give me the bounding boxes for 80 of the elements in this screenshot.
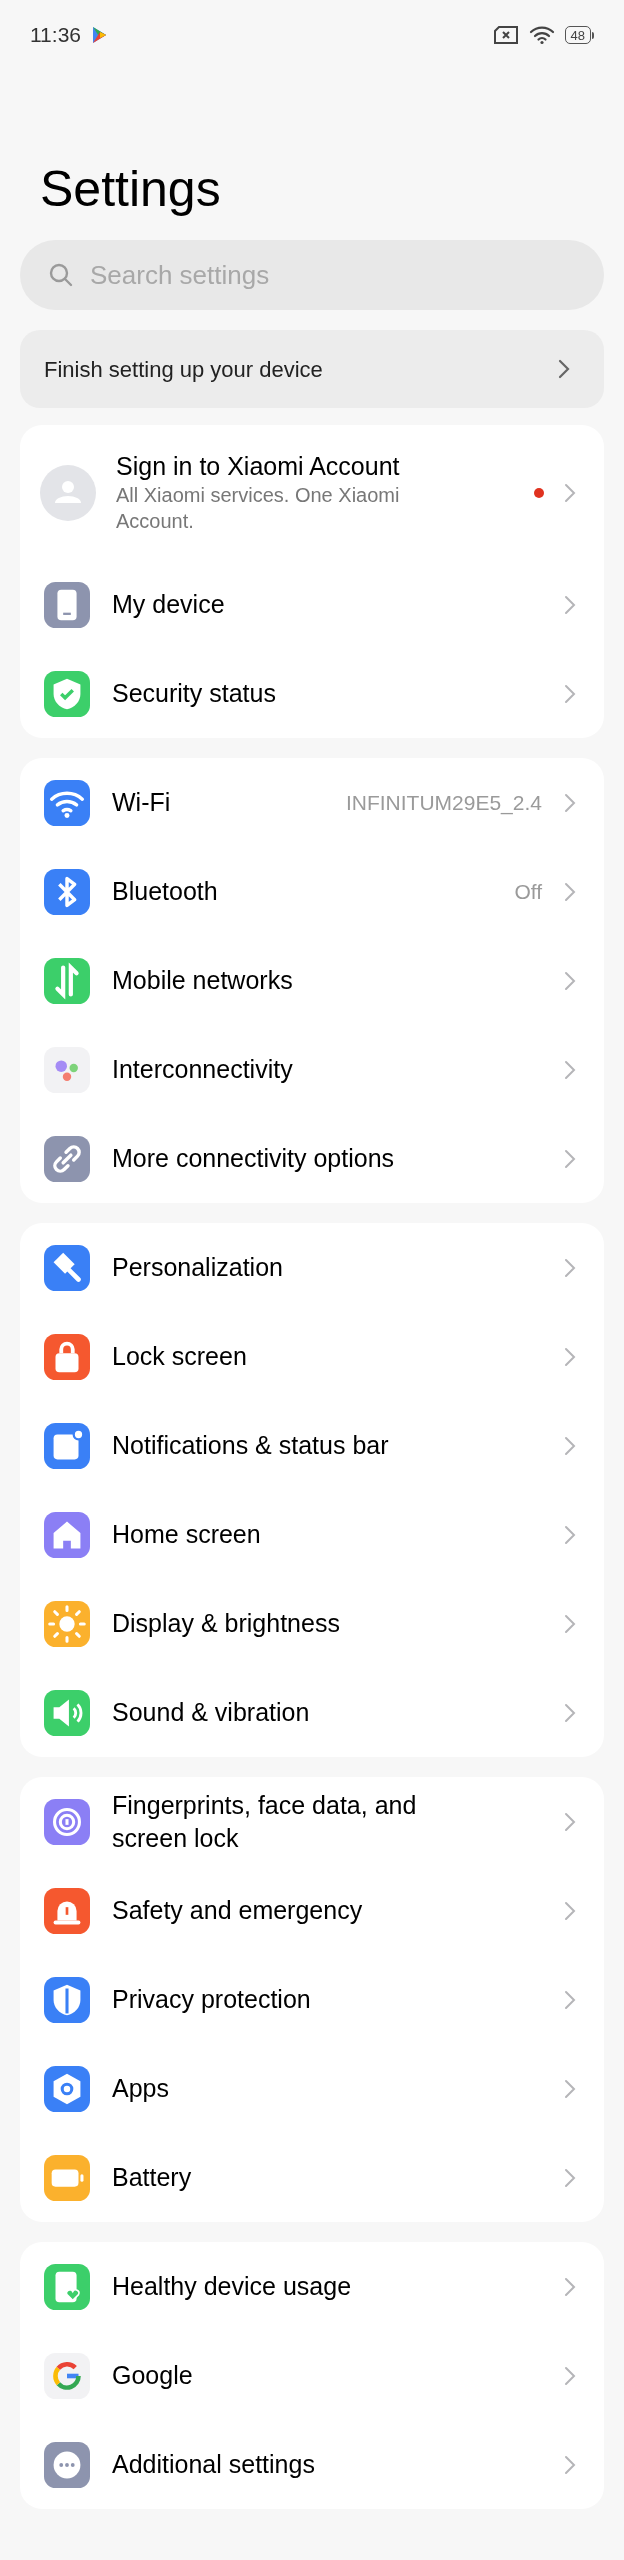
chevron-right-icon bbox=[564, 881, 576, 902]
chevron-right-icon bbox=[564, 1257, 576, 1278]
chevron-right-icon bbox=[564, 1435, 576, 1456]
chevron-right-icon bbox=[564, 1702, 576, 1723]
settings-item-label: Battery bbox=[112, 2162, 193, 2194]
settings-item[interactable]: Privacy protection bbox=[20, 1955, 604, 2044]
settings-item[interactable]: Wi-Fi INFINITUM29E5_2.4 bbox=[20, 758, 604, 847]
settings-item-label: Apps bbox=[112, 2073, 170, 2105]
settings-item[interactable]: Bluetooth Off bbox=[20, 847, 604, 936]
chevron-right-icon bbox=[564, 792, 576, 813]
chevron-right-icon bbox=[564, 1900, 576, 1921]
settings-item-label: Safety and emergency bbox=[112, 1895, 364, 1927]
settings-item-value: INFINITUM29E5_2.4 bbox=[345, 789, 542, 817]
chevron-right-icon bbox=[564, 1811, 576, 1832]
chevron-right-icon bbox=[564, 594, 576, 615]
chevron-right-icon bbox=[564, 2276, 576, 2297]
settings-item-label: Bluetooth bbox=[112, 876, 219, 908]
chevron-right-icon bbox=[564, 1613, 576, 1634]
settings-item-label: My device bbox=[112, 589, 226, 621]
account-subtitle: All Xiaomi services. One Xiaomi Account. bbox=[116, 483, 401, 535]
chevron-right-icon bbox=[558, 359, 570, 379]
settings-item[interactable]: Healthy device usage bbox=[20, 2242, 604, 2331]
settings-item-label: Security status bbox=[112, 678, 277, 710]
settings-item-label: Privacy protection bbox=[112, 1984, 312, 2016]
settings-item-label: Personalization bbox=[112, 1252, 284, 1284]
settings-item[interactable]: Home screen bbox=[20, 1490, 604, 1579]
settings-item-label: Wi-Fi bbox=[112, 787, 172, 819]
chevron-right-icon bbox=[564, 482, 576, 503]
wifi-signal-icon bbox=[528, 25, 555, 45]
settings-item-label: Mobile networks bbox=[112, 965, 294, 997]
settings-item[interactable]: My device bbox=[20, 560, 604, 649]
chevron-right-icon bbox=[564, 2365, 576, 2386]
settings-item-value: Off bbox=[514, 878, 542, 905]
settings-item[interactable]: Fingerprints, face data, and screen lock bbox=[20, 1777, 604, 1866]
account-title: Sign in to Xiaomi Account bbox=[116, 450, 401, 482]
settings-item[interactable]: More connectivity options bbox=[20, 1114, 604, 1203]
chevron-right-icon bbox=[564, 1059, 576, 1080]
settings-item-label: Healthy device usage bbox=[112, 2271, 353, 2303]
battery-indicator: 48 bbox=[564, 26, 594, 44]
play-store-icon bbox=[91, 26, 107, 44]
settings-item-label: Interconnectivity bbox=[112, 1054, 294, 1086]
search-field[interactable]: Search settings bbox=[20, 240, 604, 310]
chevron-right-icon bbox=[564, 1989, 576, 2010]
setup-banner[interactable]: Finish setting up your device bbox=[20, 330, 604, 408]
settings-item-label: Additional settings bbox=[112, 2449, 316, 2481]
settings-item[interactable]: Lock screen bbox=[20, 1312, 604, 1401]
settings-item[interactable]: Personalization bbox=[20, 1223, 604, 1312]
settings-item-label: Sound & vibration bbox=[112, 1697, 311, 1729]
settings-item-label: Google bbox=[112, 2360, 194, 2392]
settings-item[interactable]: Mobile networks bbox=[20, 936, 604, 1025]
chevron-right-icon bbox=[564, 2167, 576, 2188]
chevron-right-icon bbox=[564, 683, 576, 704]
chevron-right-icon bbox=[564, 1524, 576, 1545]
account-row[interactable]: Sign in to Xiaomi Account All Xiaomi services. One Xiaomi Account. bbox=[20, 425, 604, 560]
settings-item-label: Fingerprints, face data, and screen lock bbox=[112, 1790, 418, 1854]
settings-item[interactable]: Google bbox=[20, 2331, 604, 2420]
page-title: Settings bbox=[40, 160, 221, 218]
settings-item[interactable]: Battery bbox=[20, 2133, 604, 2222]
settings-item[interactable]: Security status bbox=[20, 649, 604, 738]
settings-item[interactable]: Display & brightness bbox=[20, 1579, 604, 1668]
settings-item[interactable]: Sound & vibration bbox=[20, 1668, 604, 1757]
chevron-right-icon bbox=[564, 1148, 576, 1169]
settings-item-label: More connectivity options bbox=[112, 1143, 396, 1175]
chevron-right-icon bbox=[564, 2078, 576, 2099]
setup-banner-label: Finish setting up your device bbox=[44, 355, 323, 384]
chevron-right-icon bbox=[564, 1346, 576, 1367]
chevron-right-icon bbox=[564, 2454, 576, 2475]
clock-time: 11:36 bbox=[30, 22, 81, 49]
sim-off-icon bbox=[492, 25, 519, 45]
settings-item[interactable]: Safety and emergency bbox=[20, 1866, 604, 1955]
settings-item[interactable]: Notifications & status bar bbox=[20, 1401, 604, 1490]
settings-item-label: Lock screen bbox=[112, 1341, 248, 1373]
settings-item[interactable]: Interconnectivity bbox=[20, 1025, 604, 1114]
settings-item[interactable]: Additional settings bbox=[20, 2420, 604, 2509]
settings-item-label: Home screen bbox=[112, 1519, 262, 1551]
avatar-icon bbox=[40, 464, 96, 521]
chevron-right-icon bbox=[564, 970, 576, 991]
settings-item-label: Display & brightness bbox=[112, 1608, 341, 1640]
settings-item[interactable]: Apps bbox=[20, 2044, 604, 2133]
settings-item-label: Notifications & status bar bbox=[112, 1430, 390, 1462]
